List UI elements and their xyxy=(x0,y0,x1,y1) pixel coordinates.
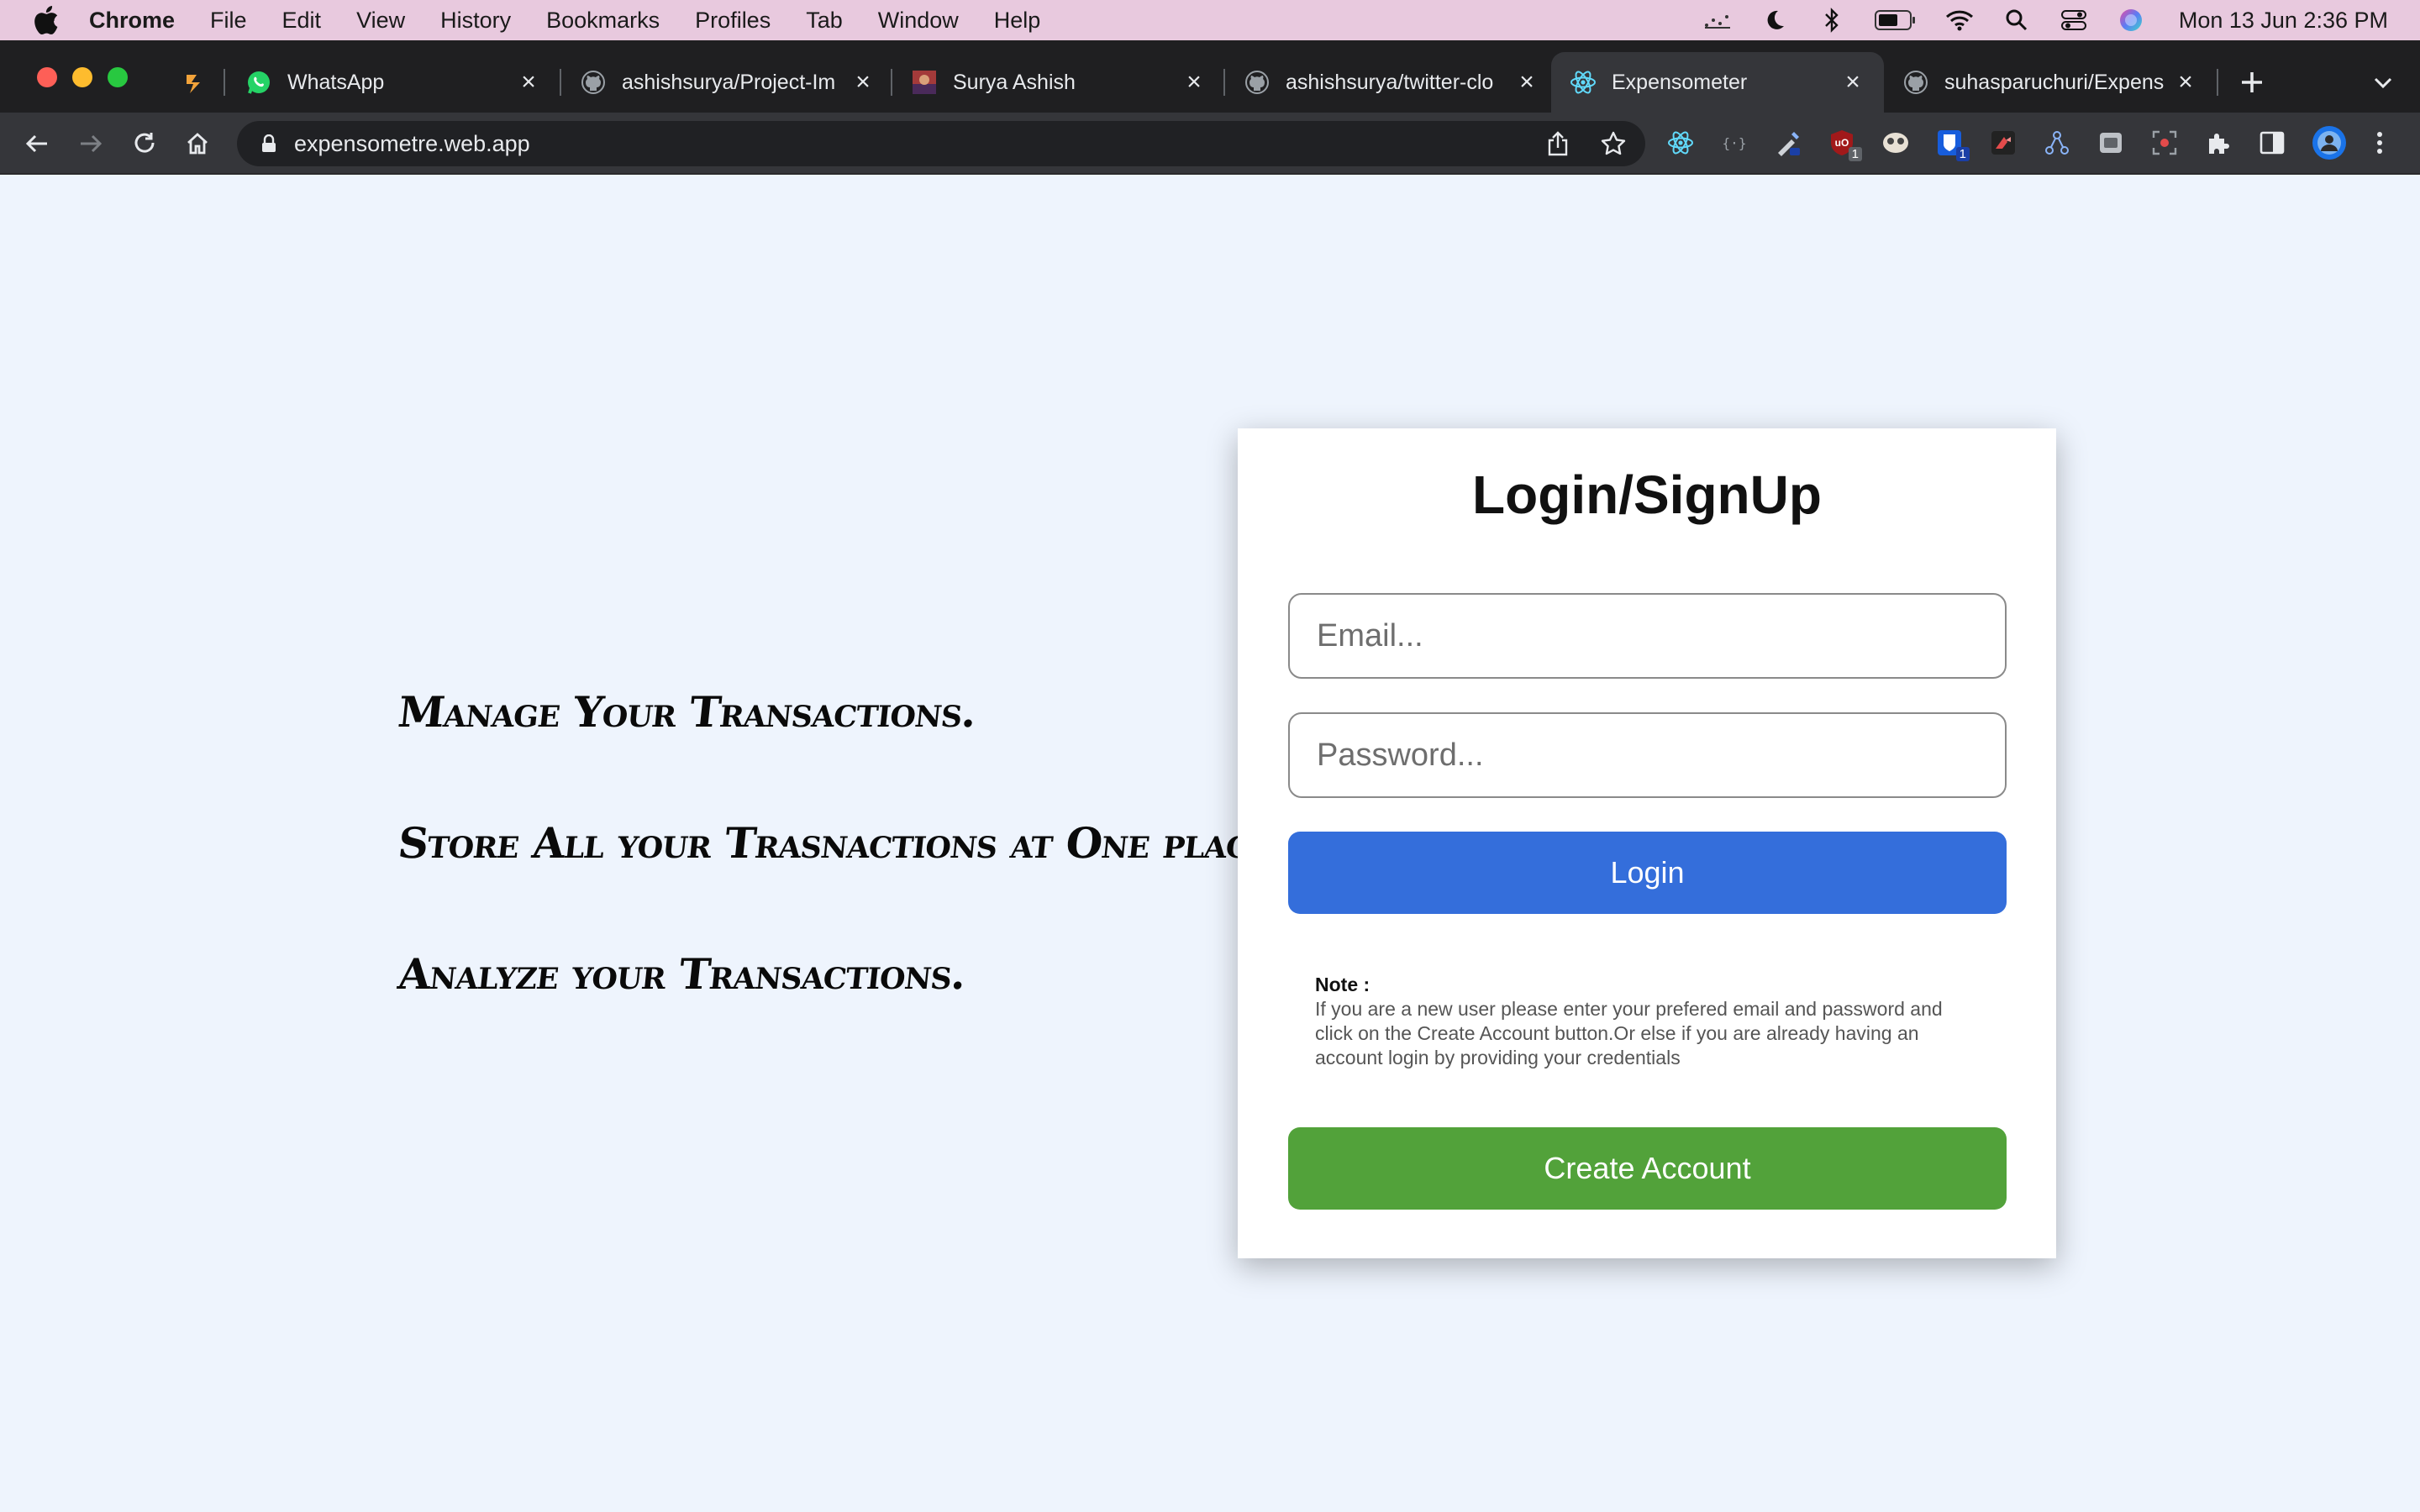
tab-title: Surya Ashish xyxy=(953,70,1076,94)
close-tab-icon[interactable]: × xyxy=(1840,68,1865,96)
control-center-icon[interactable] xyxy=(2060,6,2088,34)
menu-history[interactable]: History xyxy=(440,8,511,34)
bitwarden-badge: 1 xyxy=(1955,147,1970,161)
apple-logo-icon[interactable] xyxy=(32,6,60,34)
battery-icon[interactable] xyxy=(1874,6,1917,34)
browser-tab-strip: WhatsApp × ashishsurya/Project-Im × Sury… xyxy=(0,40,2420,113)
tab-surya-ashish[interactable]: Surya Ashish × xyxy=(892,52,1225,113)
address-bar[interactable]: expensometre.web.app xyxy=(237,121,1645,166)
fullscreen-window-button[interactable] xyxy=(108,67,128,87)
menu-edit[interactable]: Edit xyxy=(282,8,322,34)
share-icon[interactable] xyxy=(1543,129,1573,159)
wappalyzer-icon[interactable] xyxy=(1988,124,2018,161)
menu-profiles[interactable]: Profiles xyxy=(695,8,771,34)
close-tab-icon[interactable]: × xyxy=(1514,68,1539,96)
color-picker-icon[interactable] xyxy=(1773,124,1803,161)
login-card: Login/SignUp Login Note : If you are a n… xyxy=(1238,428,2056,1258)
tab-github-expense[interactable]: suhasparuchuri/Expens × xyxy=(1884,52,2217,113)
profile-image-icon xyxy=(911,69,938,96)
tab-expensometer[interactable]: Expensometer × xyxy=(1551,52,1884,113)
mask-icon[interactable] xyxy=(1881,124,1911,161)
tab-title: suhasparuchuri/Expens xyxy=(1944,70,2165,94)
tab-search-chevron-down-icon[interactable] xyxy=(2366,69,2400,97)
note-label: Note : xyxy=(1315,974,1370,995)
forward-button[interactable] xyxy=(74,127,108,160)
menu-bar-status-area: Mon 13 Jun 2:36 PM xyxy=(1703,0,2388,40)
pinned-tab[interactable] xyxy=(176,66,210,99)
close-tab-icon[interactable]: × xyxy=(2173,68,2198,96)
svg-text:uO: uO xyxy=(1835,137,1849,149)
tab-title: WhatsApp xyxy=(287,70,385,94)
close-window-button[interactable] xyxy=(37,67,57,87)
ublock-origin-icon[interactable]: uO 1 xyxy=(1827,124,1862,161)
close-tab-icon[interactable]: × xyxy=(850,68,876,96)
signup-note: Note : If you are a new user please ente… xyxy=(1315,973,1979,1070)
menu-bar-clock[interactable]: Mon 13 Jun 2:36 PM xyxy=(2179,8,2388,34)
do-not-disturb-moon-icon[interactable] xyxy=(1760,6,1789,34)
reload-button[interactable] xyxy=(128,127,161,160)
tab-separator xyxy=(2217,69,2218,96)
graph-icon[interactable] xyxy=(2042,124,2072,161)
siri-icon[interactable] xyxy=(2117,6,2145,34)
menu-file[interactable]: File xyxy=(210,8,247,34)
url-text[interactable]: expensometre.web.app xyxy=(294,131,530,157)
svg-text:{·}: {·} xyxy=(1723,135,1747,151)
tab-title: ashishsurya/Project-Im xyxy=(622,70,836,94)
minimize-window-button[interactable] xyxy=(72,67,92,87)
tab-github-twitter-clone[interactable]: ashishsurya/twitter-clo × xyxy=(1225,52,1558,113)
browser-toolbar: expensometre.web.app {·} uO 1 1 xyxy=(0,113,2420,175)
tab-whatsapp[interactable]: WhatsApp × xyxy=(227,52,560,113)
tagline-analyze: Analyze your Transactions. xyxy=(395,949,968,999)
menu-bookmarks[interactable]: Bookmarks xyxy=(546,8,660,34)
side-panel-icon[interactable] xyxy=(2257,124,2287,161)
close-tab-icon[interactable]: × xyxy=(516,68,541,96)
home-button[interactable] xyxy=(181,127,214,160)
screenshot-icon[interactable] xyxy=(2149,124,2180,161)
github-icon xyxy=(580,69,607,96)
close-tab-icon[interactable]: × xyxy=(1181,68,1207,96)
spotlight-search-icon[interactable] xyxy=(2002,6,2031,34)
ublock-badge: 1 xyxy=(1848,147,1862,161)
github-icon xyxy=(1902,69,1929,96)
json-formatter-icon[interactable]: {·} xyxy=(1719,124,1749,161)
menu-view[interactable]: View xyxy=(356,8,405,34)
menu-app-name[interactable]: Chrome xyxy=(89,8,175,34)
github-icon xyxy=(1244,69,1270,96)
menu-tab[interactable]: Tab xyxy=(806,8,843,34)
tagline-store: Store All your Trasnactions at One place… xyxy=(395,818,1287,868)
tab-github-project[interactable]: ashishsurya/Project-Im × xyxy=(561,52,894,113)
back-button[interactable] xyxy=(20,127,54,160)
activity-icon[interactable] xyxy=(1703,6,1732,34)
react-icon xyxy=(1570,69,1597,96)
lock-icon[interactable] xyxy=(259,134,279,154)
whatsapp-icon xyxy=(245,69,272,96)
window-controls xyxy=(37,67,128,87)
menu-help[interactable]: Help xyxy=(994,8,1041,34)
wifi-icon[interactable] xyxy=(1945,6,1974,34)
address-bar-actions xyxy=(1543,129,1628,159)
macos-menu-bar: Chrome File Edit View History Bookmarks … xyxy=(0,0,2420,40)
tab-separator xyxy=(224,69,225,96)
bookmark-star-icon[interactable] xyxy=(1598,129,1628,159)
feature-taglines: Manage Your Transactions. Store All your… xyxy=(395,679,1287,1072)
tab-title: Expensometer xyxy=(1612,70,1748,94)
bitwarden-icon[interactable]: 1 xyxy=(1934,124,1970,161)
tab-title: ashishsurya/twitter-clo xyxy=(1286,70,1494,94)
profile-avatar-icon[interactable] xyxy=(2311,124,2348,161)
react-devtools-icon[interactable] xyxy=(1665,124,1696,161)
menu-window[interactable]: Window xyxy=(878,8,959,34)
extensions-row: {·} uO 1 1 xyxy=(1665,124,2388,161)
bluetooth-icon[interactable] xyxy=(1818,6,1846,34)
tagline-manage: Manage Your Transactions. xyxy=(395,687,979,737)
note-text: If you are a new user please enter your … xyxy=(1315,998,1943,1068)
create-account-button[interactable]: Create Account xyxy=(1288,1127,2007,1210)
window-icon[interactable] xyxy=(2096,124,2126,161)
more-menu-icon[interactable] xyxy=(2371,124,2388,161)
new-tab-button[interactable] xyxy=(2235,66,2269,99)
email-field[interactable] xyxy=(1288,593,2007,679)
puzzle-extensions-icon[interactable] xyxy=(2203,124,2233,161)
login-button[interactable]: Login xyxy=(1288,832,2007,914)
login-card-title: Login/SignUp xyxy=(1472,465,1822,525)
password-field[interactable] xyxy=(1288,712,2007,798)
